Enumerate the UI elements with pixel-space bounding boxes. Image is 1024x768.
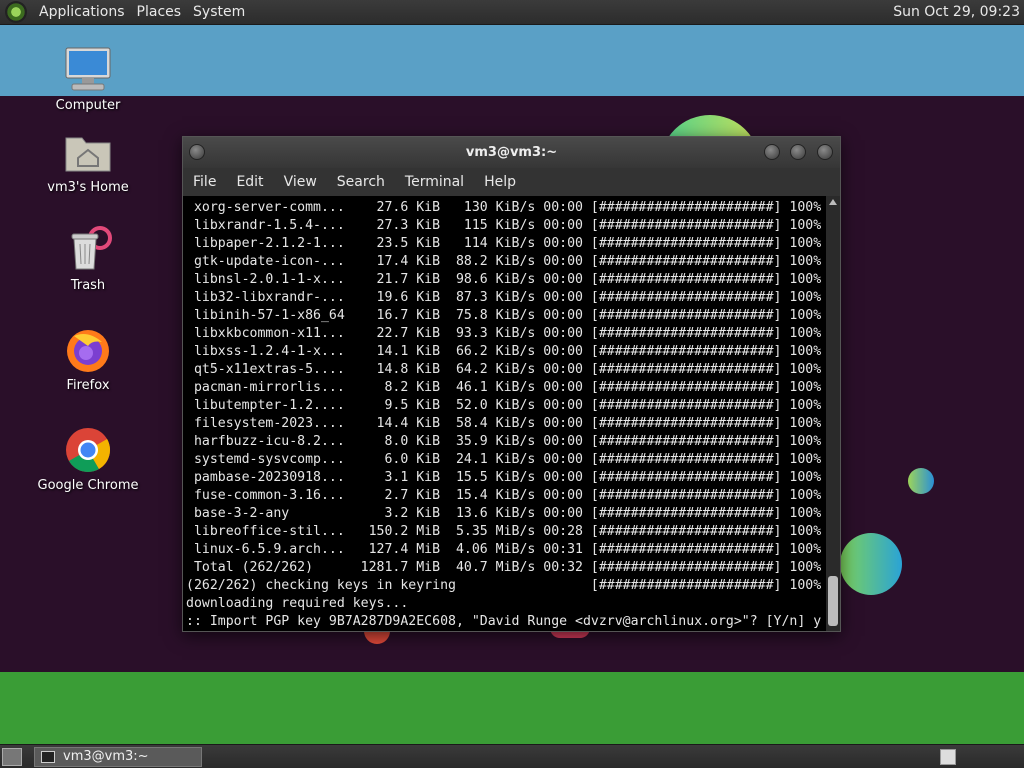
wallpaper-bubble bbox=[840, 533, 902, 595]
terminal-line: systemd-sysvcomp... 6.0 KiB 24.1 KiB/s 0… bbox=[186, 452, 822, 467]
minimize-icon[interactable] bbox=[764, 144, 780, 160]
terminal-line: linux-6.5.9.arch... 127.4 MiB 4.06 MiB/s… bbox=[186, 542, 822, 557]
top-panel: Applications Places System Sun Oct 29, 0… bbox=[0, 0, 1024, 25]
firefox-icon bbox=[64, 326, 112, 374]
wallpaper-bubble bbox=[908, 468, 934, 494]
terminal-icon bbox=[41, 751, 55, 763]
menu-help[interactable]: Help bbox=[474, 174, 526, 190]
close-icon[interactable] bbox=[817, 144, 833, 160]
menu-terminal[interactable]: Terminal bbox=[395, 174, 474, 190]
workspace-switcher[interactable] bbox=[940, 749, 956, 765]
terminal-scrollbar[interactable] bbox=[826, 196, 840, 631]
menu-edit[interactable]: Edit bbox=[226, 174, 273, 190]
clock[interactable]: Sun Oct 29, 09:23 bbox=[893, 0, 1020, 25]
applications-menu[interactable]: Applications bbox=[33, 0, 131, 25]
menu-file[interactable]: File bbox=[183, 174, 226, 190]
terminal-menubar: File Edit View Search Terminal Help bbox=[183, 168, 840, 196]
terminal-line: libutempter-1.2.... 9.5 KiB 52.0 KiB/s 0… bbox=[186, 398, 822, 413]
terminal-line: pacman-mirrorlis... 8.2 KiB 46.1 KiB/s 0… bbox=[186, 380, 822, 395]
terminal-line: libreoffice-stil... 150.2 MiB 5.35 MiB/s… bbox=[186, 524, 822, 539]
terminal-line: libxkbcommon-x11... 22.7 KiB 93.3 KiB/s … bbox=[186, 326, 822, 341]
desktop-icon-home[interactable]: vm3's Home bbox=[33, 128, 143, 196]
maximize-icon[interactable] bbox=[790, 144, 806, 160]
menu-view[interactable]: View bbox=[274, 174, 327, 190]
menu-search[interactable]: Search bbox=[327, 174, 395, 190]
taskbar-item-label: vm3@vm3:~ bbox=[63, 749, 149, 764]
terminal-line: libpaper-2.1.2-1... 23.5 KiB 114 KiB/s 0… bbox=[186, 236, 822, 251]
distro-logo-icon[interactable] bbox=[5, 1, 27, 23]
terminal-line: base-3-2-any 3.2 KiB 13.6 KiB/s 00:00 [#… bbox=[186, 506, 822, 521]
window-menu-icon[interactable] bbox=[189, 144, 205, 160]
terminal-line: lib32-libxrandr-... 19.6 KiB 87.3 KiB/s … bbox=[186, 290, 822, 305]
scroll-up-icon[interactable] bbox=[829, 199, 837, 205]
terminal-line: libxss-1.2.4-1-x... 14.1 KiB 66.2 KiB/s … bbox=[186, 344, 822, 359]
terminal-line: libxrandr-1.5.4-... 27.3 KiB 115 KiB/s 0… bbox=[186, 218, 822, 233]
terminal-window[interactable]: vm3@vm3:~ File Edit View Search Terminal… bbox=[182, 136, 841, 632]
places-menu[interactable]: Places bbox=[131, 0, 188, 25]
terminal-line: downloading required keys... bbox=[186, 596, 409, 611]
wallpaper-sky bbox=[0, 25, 1024, 96]
terminal-line: (262/262) checking keys in keyring [####… bbox=[186, 578, 822, 593]
scrollbar-thumb[interactable] bbox=[828, 576, 838, 626]
desktop-icon-firefox[interactable]: Firefox bbox=[33, 326, 143, 394]
terminal-line: harfbuzz-icu-8.2... 8.0 KiB 35.9 KiB/s 0… bbox=[186, 434, 822, 449]
window-title: vm3@vm3:~ bbox=[465, 145, 558, 160]
desktop-icon-trash[interactable]: Trash bbox=[33, 226, 143, 294]
system-menu[interactable]: System bbox=[187, 0, 251, 25]
home-folder-icon bbox=[64, 128, 112, 176]
trash-icon bbox=[64, 226, 112, 274]
terminal-line: pambase-20230918... 3.1 KiB 15.5 KiB/s 0… bbox=[186, 470, 822, 485]
show-desktop-icon[interactable] bbox=[2, 748, 22, 766]
terminal-line: fuse-common-3.16... 2.7 KiB 15.4 KiB/s 0… bbox=[186, 488, 822, 503]
terminal-titlebar[interactable]: vm3@vm3:~ bbox=[183, 137, 840, 168]
terminal-line: qt5-x11extras-5.... 14.8 KiB 64.2 KiB/s … bbox=[186, 362, 822, 377]
chrome-icon bbox=[64, 426, 112, 474]
terminal-line: xorg-server-comm... 27.6 KiB 130 KiB/s 0… bbox=[186, 200, 822, 215]
desktop-icon-chrome[interactable]: Google Chrome bbox=[33, 426, 143, 494]
terminal-line: libinih-57-1-x86_64 16.7 KiB 75.8 KiB/s … bbox=[186, 308, 822, 323]
computer-icon bbox=[64, 46, 112, 94]
terminal-line: :: Import PGP key 9B7A287D9A2EC608, "Dav… bbox=[186, 614, 822, 629]
terminal-line: filesystem-2023.... 14.4 KiB 58.4 KiB/s … bbox=[186, 416, 822, 431]
terminal-line: gtk-update-icon-... 17.4 KiB 88.2 KiB/s … bbox=[186, 254, 822, 269]
terminal-output[interactable]: xorg-server-comm... 27.6 KiB 130 KiB/s 0… bbox=[183, 196, 826, 631]
desktop-icon-computer[interactable]: Computer bbox=[33, 46, 143, 114]
taskbar-item-terminal[interactable]: vm3@vm3:~ bbox=[34, 747, 202, 767]
terminal-line: libnsl-2.0.1-1-x... 21.7 KiB 98.6 KiB/s … bbox=[186, 272, 822, 287]
wallpaper-grass bbox=[0, 672, 1024, 744]
terminal-line: Total (262/262) 1281.7 MiB 40.7 MiB/s 00… bbox=[186, 560, 822, 575]
bottom-panel: vm3@vm3:~ bbox=[0, 744, 1024, 768]
